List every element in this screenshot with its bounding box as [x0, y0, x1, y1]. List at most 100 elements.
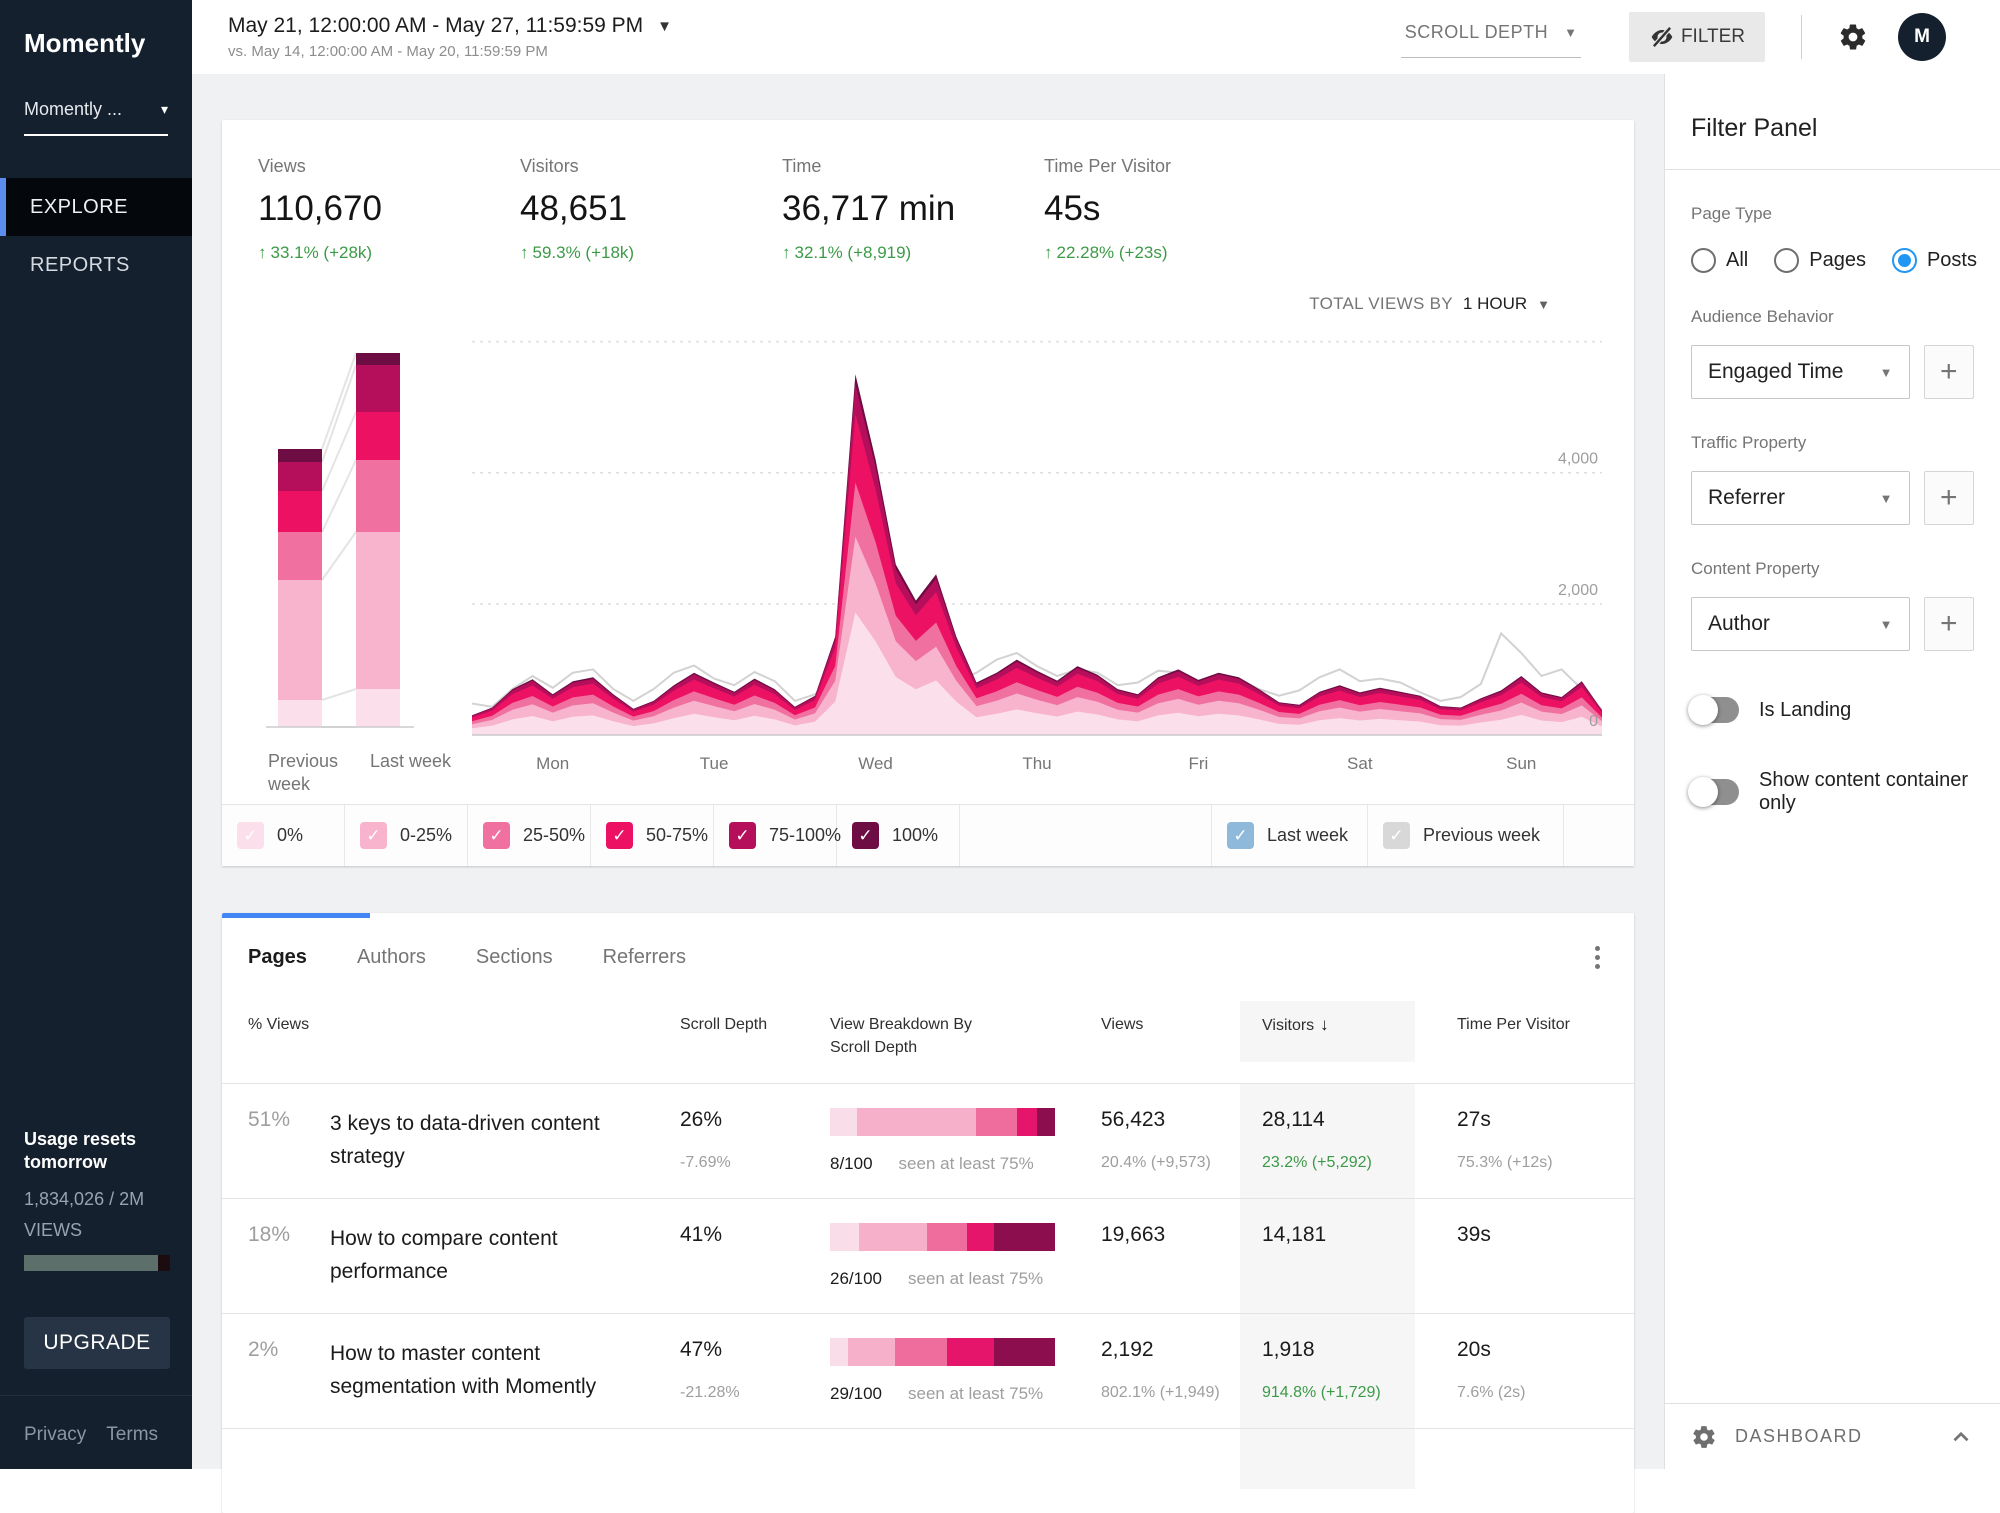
legend-0-25pct[interactable]: ✓ 0-25% [345, 805, 468, 866]
legend-spacer [960, 805, 1212, 866]
checkbox-checked-icon[interactable]: ✓ [237, 822, 264, 849]
metric-views: Views 110,670 ↑33.1% (+28k) [258, 156, 520, 263]
col-header-pct-views[interactable]: % Views [248, 1001, 330, 1060]
legend-label: Previous week [1423, 825, 1540, 846]
upgrade-button[interactable]: UPGRADE [24, 1317, 170, 1369]
checkbox-checked-icon[interactable]: ✓ [1227, 822, 1254, 849]
table-row[interactable]: 2% How to master content segmentation wi… [222, 1313, 1634, 1428]
hourly-views-svg[interactable]: 4,0002,0000 [472, 335, 1602, 737]
legend-label: Last week [1267, 825, 1348, 846]
cell-visitors: 14,181 [1240, 1199, 1415, 1313]
checkbox-checked-icon[interactable]: ✓ [360, 822, 387, 849]
sort-desc-icon: ↓ [1320, 1015, 1329, 1034]
legend-0pct[interactable]: ✓ 0% [222, 805, 345, 866]
privacy-link[interactable]: Privacy [24, 1424, 86, 1469]
radio-all[interactable]: All [1691, 248, 1748, 273]
legend-tail [1564, 805, 1634, 866]
tab-pages[interactable]: Pages [248, 946, 307, 969]
metric-selector-label: SCROLL DEPTH [1405, 22, 1548, 43]
legend-label: 0-25% [400, 825, 452, 846]
visitors-delta: 914.8% (+1,729) [1262, 1384, 1415, 1402]
cell-page-title[interactable]: How to compare content performance [330, 1199, 680, 1313]
content-property-select[interactable]: Author ▼ [1691, 597, 1910, 651]
tab-referrers[interactable]: Referrers [603, 946, 686, 969]
radio-unselected-icon[interactable] [1774, 248, 1799, 273]
cell-page-title[interactable]: 3 keys to data-driven content strategy [330, 1084, 680, 1198]
col-header-time-per-visitor[interactable]: Time Per Visitor [1415, 1001, 1608, 1060]
sidebar-item-reports[interactable]: REPORTS [0, 236, 192, 294]
metric-value: 36,717 min [782, 189, 1044, 229]
cell-page-title[interactable]: How to master content segmentation with … [330, 1314, 680, 1428]
chevron-up-icon[interactable] [1948, 1424, 1974, 1450]
cell-time-per-visitor: 20s 7.6% (2s) [1415, 1314, 1608, 1428]
legend-100pct[interactable]: ✓ 100% [837, 805, 960, 866]
metric-selector-dropdown[interactable]: SCROLL DEPTH ▼ [1401, 16, 1581, 58]
more-options-icon[interactable] [1587, 938, 1608, 977]
metric-delta: 33.1% (+28k) [271, 243, 373, 263]
chart-area: Previous week Last week 4,0002,0000 Mon … [222, 335, 1634, 797]
scroll-depth-delta: -21.28% [680, 1384, 830, 1402]
checkbox-checked-icon[interactable]: ✓ [1383, 822, 1410, 849]
page-type-label: Page Type [1691, 204, 1974, 224]
add-content-filter-button[interactable]: + [1924, 597, 1974, 651]
tpv-value: 39s [1457, 1223, 1608, 1247]
col-header-scroll-depth[interactable]: Scroll Depth [680, 1001, 830, 1060]
col-header-views[interactable]: Views [1085, 1001, 1240, 1060]
legend-last-week[interactable]: ✓ Last week [1212, 805, 1368, 866]
col-header-breakdown[interactable]: View Breakdown By Scroll Depth [830, 1001, 1085, 1083]
weekly-bars-svg[interactable] [252, 335, 422, 735]
avatar[interactable]: M [1898, 13, 1946, 61]
checkbox-checked-icon[interactable]: ✓ [483, 822, 510, 849]
traffic-property-label: Traffic Property [1691, 433, 1974, 453]
select-value: Referrer [1708, 486, 1785, 510]
metric-time-per-visitor: Time Per Visitor 45s ↑22.28% (+23s) [1044, 156, 1306, 263]
checkbox-checked-icon[interactable]: ✓ [852, 822, 879, 849]
settings-button[interactable] [1838, 22, 1868, 52]
dashboard-bar[interactable]: DASHBOARD [1665, 1403, 2000, 1469]
terms-link[interactable]: Terms [106, 1424, 158, 1469]
radio-pages[interactable]: Pages [1774, 248, 1866, 273]
compare-range-label: vs. May 14, 12:00:00 AM - May 20, 11:59:… [228, 43, 672, 60]
date-range-label: May 21, 12:00:00 AM - May 27, 11:59:59 P… [228, 14, 643, 38]
arrow-up-icon: ↑ [1044, 243, 1053, 263]
chart-interval-value[interactable]: 1 HOUR [1463, 294, 1527, 314]
legend-previous-week[interactable]: ✓ Previous week [1368, 805, 1564, 866]
legend-50-75pct[interactable]: ✓ 50-75% [591, 805, 714, 866]
tab-sections[interactable]: Sections [476, 946, 553, 969]
content-container-toggle-row[interactable]: Show content container only [1691, 769, 1974, 815]
views-value: 19,663 [1101, 1223, 1240, 1247]
cell-time-per-visitor: 27s 75.3% (+12s) [1415, 1084, 1608, 1198]
table-row[interactable] [222, 1428, 1634, 1488]
radio-selected-icon[interactable] [1892, 248, 1917, 273]
visitors-value: 14,181 [1262, 1223, 1415, 1247]
legend-label: 0% [277, 825, 303, 846]
legend-label: 100% [892, 825, 938, 846]
tab-authors[interactable]: Authors [357, 946, 426, 969]
checkbox-checked-icon[interactable]: ✓ [606, 822, 633, 849]
chevron-down-icon[interactable]: ▼ [1537, 297, 1550, 312]
audience-behavior-select[interactable]: Engaged Time ▼ [1691, 345, 1910, 399]
traffic-property-select[interactable]: Referrer ▼ [1691, 471, 1910, 525]
toggle-off-icon[interactable] [1691, 779, 1739, 805]
checkbox-checked-icon[interactable]: ✓ [729, 822, 756, 849]
toggle-off-icon[interactable] [1691, 697, 1739, 723]
radio-unselected-icon[interactable] [1691, 248, 1716, 273]
add-traffic-filter-button[interactable]: + [1924, 471, 1974, 525]
x-tick: Tue [633, 754, 794, 774]
table-row[interactable]: 18% How to compare content performance 4… [222, 1198, 1634, 1313]
legend-25-50pct[interactable]: ✓ 25-50% [468, 805, 591, 866]
sidebar-item-explore[interactable]: EXPLORE [0, 178, 192, 236]
x-tick: Mon [472, 754, 633, 774]
filter-button[interactable]: FILTER [1629, 12, 1765, 62]
table-row[interactable]: 51% 3 keys to data-driven content strate… [222, 1083, 1634, 1198]
workspace-selector[interactable]: Momently ... ▾ [24, 99, 168, 136]
add-audience-filter-button[interactable]: + [1924, 345, 1974, 399]
overview-card: Views 110,670 ↑33.1% (+28k) Visitors 48,… [222, 120, 1634, 866]
radio-posts[interactable]: Posts [1892, 248, 1977, 273]
col-header-visitors[interactable]: Visitors↓ [1240, 1001, 1415, 1062]
weekly-comparison-chart: Previous week Last week [252, 335, 452, 797]
legend-75-100pct[interactable]: ✓ 75-100% [714, 805, 837, 866]
is-landing-toggle-row[interactable]: Is Landing [1691, 697, 1974, 723]
date-range-selector[interactable]: May 21, 12:00:00 AM - May 27, 11:59:59 P… [228, 14, 672, 60]
visitors-delta: 23.2% (+5,292) [1262, 1154, 1415, 1172]
